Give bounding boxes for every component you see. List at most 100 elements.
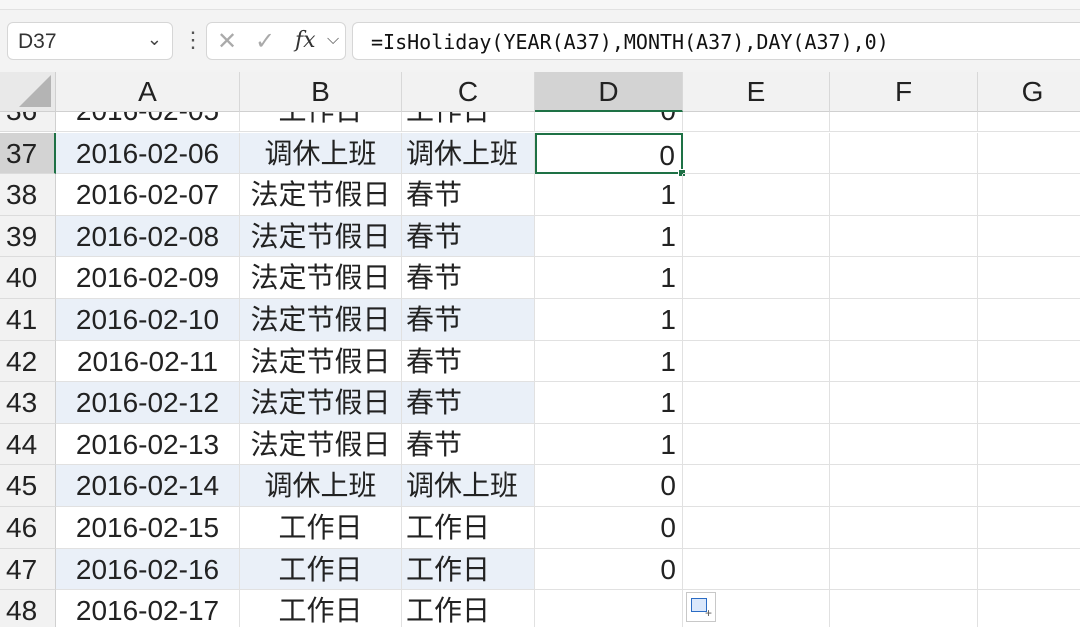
row-header-45[interactable]: 45 (0, 465, 56, 507)
select-all-button[interactable] (0, 72, 56, 112)
column-header-F[interactable]: F (830, 72, 978, 112)
cell-C40[interactable]: 春节 (402, 257, 535, 299)
cell-D43[interactable]: 1 (535, 382, 683, 424)
cell-C44[interactable]: 春节 (402, 423, 535, 466)
column-header-A[interactable]: A (56, 72, 240, 112)
cell-E47[interactable] (683, 548, 830, 591)
row-header-46[interactable]: 46 (0, 507, 56, 549)
cell-E46[interactable] (683, 507, 830, 549)
cell-D47[interactable]: 0 (535, 548, 683, 591)
row-header-48[interactable]: 48 (0, 590, 56, 627)
cell-F39[interactable] (830, 215, 978, 258)
row-header-43[interactable]: 43 (0, 382, 56, 424)
cell-G38[interactable] (978, 174, 1080, 216)
cell-C46[interactable]: 工作日 (402, 507, 535, 549)
cell-E37[interactable] (683, 132, 830, 175)
row-header-44[interactable]: 44 (0, 423, 56, 466)
cell-E38[interactable] (683, 174, 830, 216)
column-header-E[interactable]: E (683, 72, 830, 112)
cell-A43[interactable]: 2016-02-12 (56, 382, 240, 424)
cell-C42[interactable]: 春节 (402, 340, 535, 383)
cell-F44[interactable] (830, 423, 978, 466)
cell-G43[interactable] (978, 382, 1080, 424)
cancel-icon[interactable]: ✕ (217, 27, 237, 56)
cell-F42[interactable] (830, 340, 978, 383)
cell-E45[interactable] (683, 465, 830, 507)
paste-options-button[interactable]: + (686, 592, 716, 622)
cell-G39[interactable] (978, 216, 1080, 258)
insert-function-icon[interactable]: fx (295, 28, 316, 53)
cell-C38[interactable]: 春节 (402, 174, 535, 216)
name-box[interactable]: D37 ⌄ (7, 22, 173, 60)
cell-C37[interactable]: 调休上班 (402, 132, 535, 175)
cell-B37[interactable]: 调休上班 (240, 132, 402, 175)
cell-E41[interactable] (683, 299, 830, 341)
fx-chevron-icon[interactable]: ⌵ (327, 31, 339, 49)
cell-C41[interactable]: 春节 (402, 299, 535, 341)
cell-A38[interactable]: 2016-02-07 (56, 174, 240, 216)
cell-D46[interactable]: 0 (535, 507, 683, 549)
cell-C47[interactable]: 工作日 (402, 548, 535, 591)
cell-F48[interactable] (830, 590, 978, 627)
cell-B43[interactable]: 法定节假日 (240, 382, 402, 424)
cell-D39[interactable]: 1 (535, 215, 683, 258)
cell-G40[interactable] (978, 257, 1080, 299)
cell-B41[interactable]: 法定节假日 (240, 299, 402, 341)
cell-D42[interactable]: 1 (535, 340, 683, 383)
cell-E44[interactable] (683, 423, 830, 466)
cell-G47[interactable] (978, 549, 1080, 591)
formula-input[interactable]: =IsHoliday(YEAR(A37),MONTH(A37),DAY(A37)… (352, 22, 1080, 60)
cell-E39[interactable] (683, 215, 830, 258)
cell-G44[interactable] (978, 424, 1080, 466)
cell-A40[interactable]: 2016-02-09 (56, 257, 240, 299)
cell-E40[interactable] (683, 257, 830, 299)
cell-F40[interactable] (830, 257, 978, 299)
cell-B46[interactable]: 工作日 (240, 507, 402, 549)
cell-C45[interactable]: 调休上班 (402, 465, 535, 507)
cell-F45[interactable] (830, 465, 978, 507)
cell-E43[interactable] (683, 382, 830, 424)
cell-F37[interactable] (830, 132, 978, 175)
cell-A42[interactable]: 2016-02-11 (56, 340, 240, 383)
row-header-42[interactable]: 42 (0, 340, 56, 383)
cell-D44[interactable]: 1 (535, 423, 683, 466)
cell-F46[interactable] (830, 507, 978, 549)
enter-icon[interactable]: ✓ (255, 27, 275, 56)
cell-B44[interactable]: 法定节假日 (240, 423, 402, 466)
cell-A44[interactable]: 2016-02-13 (56, 423, 240, 466)
cell-C48[interactable]: 工作日 (402, 590, 535, 627)
column-header-C[interactable]: C (402, 72, 535, 112)
cell-F43[interactable] (830, 382, 978, 424)
cell-A46[interactable]: 2016-02-15 (56, 507, 240, 549)
cell-A41[interactable]: 2016-02-10 (56, 299, 240, 341)
cell-A47[interactable]: 2016-02-16 (56, 548, 240, 591)
cell-A45[interactable]: 2016-02-14 (56, 465, 240, 507)
column-header-G[interactable]: G (978, 72, 1080, 112)
cell-B47[interactable]: 工作日 (240, 548, 402, 591)
cell-G41[interactable] (978, 299, 1080, 341)
cell-C43[interactable]: 春节 (402, 382, 535, 424)
cell-B48[interactable]: 工作日 (240, 590, 402, 627)
cell-F41[interactable] (830, 299, 978, 341)
row-header-38[interactable]: 38 (0, 174, 56, 216)
more-options-icon[interactable]: ⋮ (182, 26, 204, 54)
cell-D48[interactable] (535, 590, 683, 627)
cell-B42[interactable]: 法定节假日 (240, 340, 402, 383)
cell-D45[interactable]: 0 (535, 465, 683, 507)
cell-D37[interactable]: 0 (535, 132, 683, 175)
cell-F38[interactable] (830, 174, 978, 216)
row-header-47[interactable]: 47 (0, 548, 56, 591)
cell-B38[interactable]: 法定节假日 (240, 174, 402, 216)
row-header-39[interactable]: 39 (0, 215, 56, 258)
column-header-D[interactable]: D (535, 72, 683, 112)
cell-G37[interactable] (978, 133, 1080, 175)
row-header-41[interactable]: 41 (0, 299, 56, 341)
row-header-37[interactable]: 37 (0, 132, 56, 175)
cell-G42[interactable] (978, 341, 1080, 383)
row-header-40[interactable]: 40 (0, 257, 56, 299)
cell-A48[interactable]: 2016-02-17 (56, 590, 240, 627)
cell-G48[interactable] (978, 590, 1080, 627)
cell-G46[interactable] (978, 507, 1080, 549)
column-header-B[interactable]: B (240, 72, 402, 112)
cell-B45[interactable]: 调休上班 (240, 465, 402, 507)
